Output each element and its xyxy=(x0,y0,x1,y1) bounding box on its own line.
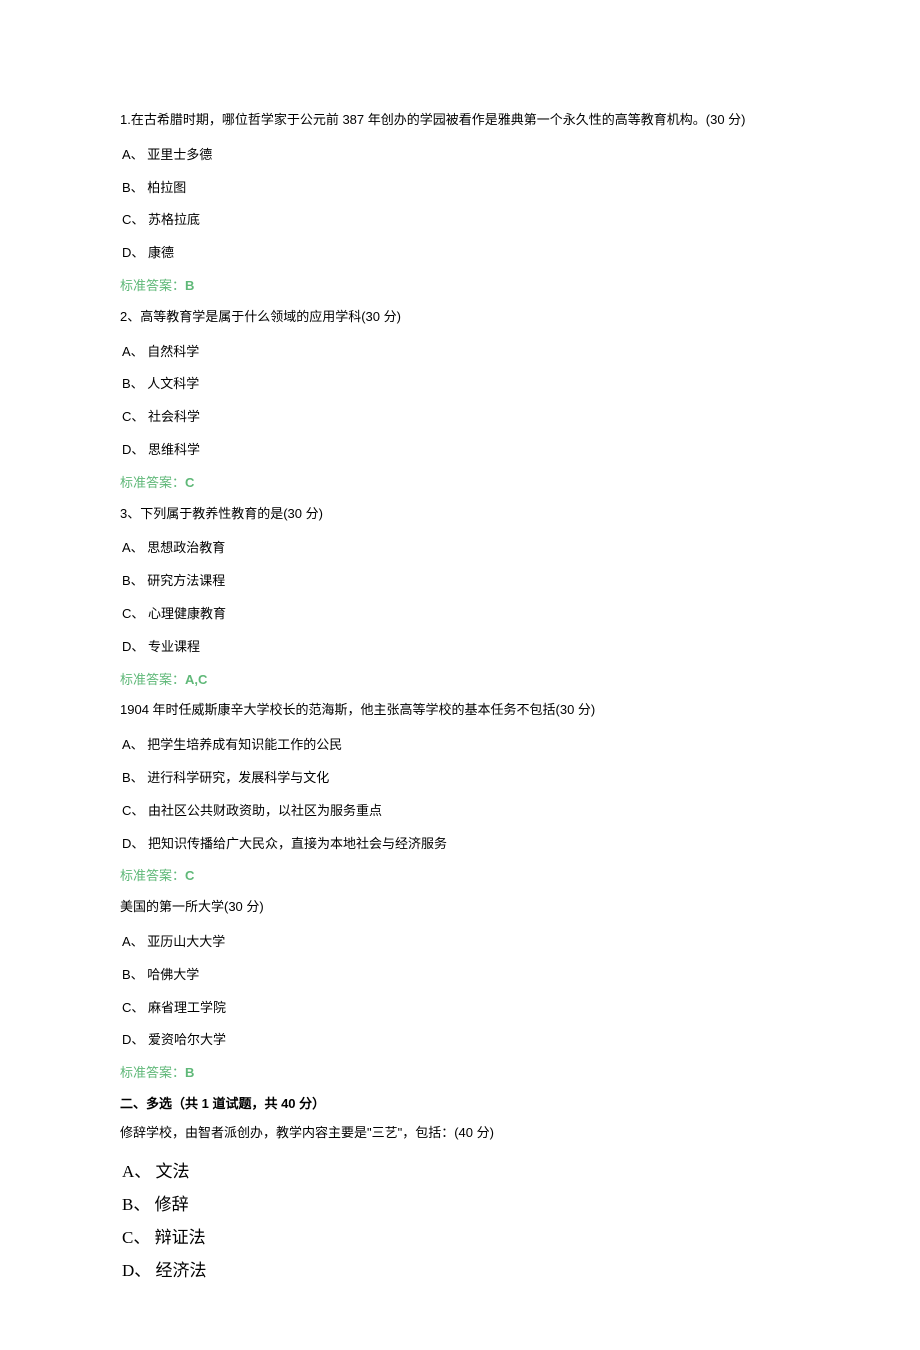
question-text: 修辞学校，由智者派创办，教学内容主要是"三艺"，包括：(40 分) xyxy=(120,1123,800,1144)
option-d: D、 把知识传播给广大民众，直接为本地社会与经济服务 xyxy=(120,834,800,855)
question-text: 3、下列属于教养性教育的是(30 分) xyxy=(120,504,800,525)
answer-value: B xyxy=(185,278,194,293)
option-a: A、 把学生培养成有知识能工作的公民 xyxy=(120,735,800,756)
option-c: C、 苏格拉底 xyxy=(120,210,800,231)
question-block-4: 1904 年时任威斯康辛大学校长的范海斯，他主张高等学校的基本任务不包括(30 … xyxy=(120,700,800,887)
option-b: B、 柏拉图 xyxy=(120,178,800,199)
option-a: A、 思想政治教育 xyxy=(120,538,800,559)
option-d: D、 思维科学 xyxy=(120,440,800,461)
option-a: A、 文法 xyxy=(120,1158,800,1185)
answer-value: C xyxy=(185,868,194,883)
option-c: C、 心理健康教育 xyxy=(120,604,800,625)
option-c: C、 由社区公共财政资助，以社区为服务重点 xyxy=(120,801,800,822)
question-block-5: 美国的第一所大学(30 分) A、 亚历山大大学 B、 哈佛大学 C、 麻省理工… xyxy=(120,897,800,1084)
answer-value: B xyxy=(185,1065,194,1080)
question-block-2: 2、高等教育学是属于什么领域的应用学科(30 分) A、 自然科学 B、 人文科… xyxy=(120,307,800,494)
question-text: 2、高等教育学是属于什么领域的应用学科(30 分) xyxy=(120,307,800,328)
answer-line: 标准答案：B xyxy=(120,276,800,297)
option-b: B、 哈佛大学 xyxy=(120,965,800,986)
answer-value: C xyxy=(185,475,194,490)
option-b: B、 进行科学研究，发展科学与文化 xyxy=(120,768,800,789)
answer-value: A,C xyxy=(185,672,207,687)
answer-line: 标准答案：C xyxy=(120,473,800,494)
answer-label: 标准答案： xyxy=(120,278,185,293)
option-c: C、 辩证法 xyxy=(120,1224,800,1251)
question-text: 1.在古希腊时期，哪位哲学家于公元前 387 年创办的学园被看作是雅典第一个永久… xyxy=(120,110,800,131)
section-header: 二、多选（共 1 道试题，共 40 分） xyxy=(120,1094,800,1115)
option-d: D、 经济法 xyxy=(120,1257,800,1284)
section-2: 二、多选（共 1 道试题，共 40 分） 修辞学校，由智者派创办，教学内容主要是… xyxy=(120,1094,800,1284)
option-b: B、 修辞 xyxy=(120,1191,800,1218)
option-a: A、 亚历山大大学 xyxy=(120,932,800,953)
option-b: B、 人文科学 xyxy=(120,374,800,395)
answer-line: 标准答案：C xyxy=(120,866,800,887)
answer-label: 标准答案： xyxy=(120,672,185,687)
answer-line: 标准答案：B xyxy=(120,1063,800,1084)
answer-label: 标准答案： xyxy=(120,475,185,490)
option-c: C、 麻省理工学院 xyxy=(120,998,800,1019)
question-block-1: 1.在古希腊时期，哪位哲学家于公元前 387 年创办的学园被看作是雅典第一个永久… xyxy=(120,110,800,297)
question-text: 1904 年时任威斯康辛大学校长的范海斯，他主张高等学校的基本任务不包括(30 … xyxy=(120,700,800,721)
option-d: D、 爱资哈尔大学 xyxy=(120,1030,800,1051)
answer-label: 标准答案： xyxy=(120,1065,185,1080)
option-b: B、 研究方法课程 xyxy=(120,571,800,592)
option-a: A、 亚里士多德 xyxy=(120,145,800,166)
option-d: D、 康德 xyxy=(120,243,800,264)
question-block-3: 3、下列属于教养性教育的是(30 分) A、 思想政治教育 B、 研究方法课程 … xyxy=(120,504,800,691)
option-a: A、 自然科学 xyxy=(120,342,800,363)
question-text: 美国的第一所大学(30 分) xyxy=(120,897,800,918)
option-d: D、 专业课程 xyxy=(120,637,800,658)
answer-label: 标准答案： xyxy=(120,868,185,883)
answer-line: 标准答案：A,C xyxy=(120,670,800,691)
option-c: C、 社会科学 xyxy=(120,407,800,428)
